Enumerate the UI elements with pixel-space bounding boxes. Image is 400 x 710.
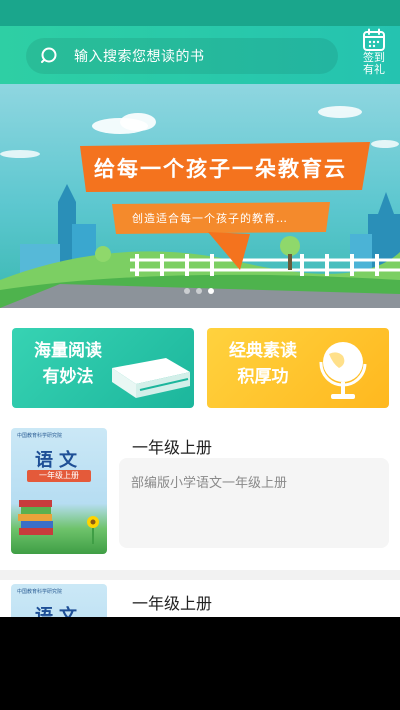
book-cover[interactable]: 中国教育科学研究院 语文 一年级上册 bbox=[11, 428, 107, 554]
cover-publisher: 中国教育科学研究院 bbox=[17, 433, 63, 439]
book-icon bbox=[112, 358, 190, 398]
page-dot[interactable] bbox=[196, 288, 202, 294]
promo-banner[interactable]: 给每一个孩子一朵教育云 创造适合每一个孩子的教育… bbox=[0, 84, 400, 308]
cover-grade: 一年级上册 bbox=[27, 470, 91, 482]
book-description: 部编版小学语文一年级上册 bbox=[119, 458, 389, 548]
feature-line: 积厚功 bbox=[237, 367, 289, 387]
book-title[interactable]: 一年级上册 bbox=[132, 434, 212, 458]
checkin-label-2: 有礼 bbox=[363, 63, 385, 76]
screen-bottom-area bbox=[0, 617, 400, 710]
feature-line: 有妙法 bbox=[42, 367, 94, 387]
header: 输入搜索您想读的书 签到 有礼 bbox=[0, 26, 400, 84]
feature-card-classics[interactable]: 经典素读 积厚功 bbox=[207, 328, 389, 408]
search-input[interactable]: 输入搜索您想读的书 bbox=[26, 38, 338, 74]
page-dot[interactable] bbox=[184, 288, 190, 294]
section-divider bbox=[0, 570, 400, 580]
globe-icon bbox=[319, 342, 367, 399]
search-placeholder: 输入搜索您想读的书 bbox=[74, 49, 205, 65]
feature-line: 海量阅读 bbox=[34, 341, 102, 361]
feature-card-reading[interactable]: 海量阅读 有妙法 bbox=[12, 328, 194, 408]
feature-text-reading: 海量阅读 有妙法 bbox=[24, 338, 112, 390]
checkin-button[interactable]: 签到 有礼 bbox=[354, 28, 394, 84]
search-icon bbox=[26, 38, 60, 74]
cover-subject: 语文 bbox=[35, 606, 83, 617]
app-screen: 输入搜索您想读的书 签到 有礼 给每一个孩子一朵教育云 创造适合每一个孩子的教育… bbox=[0, 0, 400, 617]
book-cover[interactable]: 中国教育科学研究院 语文 bbox=[11, 584, 107, 617]
book-title[interactable]: 一年级上册 bbox=[132, 590, 212, 614]
list-item[interactable]: 中国教育科学研究院 语文 一年级上册 一年级上册 部编版小学语文一年级上册 bbox=[0, 418, 400, 568]
banner-title: 给每一个孩子一朵教育云 bbox=[94, 157, 347, 181]
list-item[interactable]: 中国教育科学研究院 语文 一年级上册 bbox=[0, 580, 400, 617]
banner-pagination bbox=[184, 288, 214, 294]
banner-subtitle: 创造适合每一个孩子的教育… bbox=[132, 212, 288, 225]
calendar-icon bbox=[363, 28, 385, 51]
cover-subject: 语文 bbox=[35, 450, 83, 471]
feature-line: 经典素读 bbox=[229, 341, 297, 361]
book-stack-illustration bbox=[18, 500, 99, 544]
status-bar bbox=[0, 0, 400, 26]
banner-artwork bbox=[0, 106, 400, 308]
page-dot-active[interactable] bbox=[208, 288, 214, 294]
cover-publisher: 中国教育科学研究院 bbox=[17, 589, 63, 595]
feature-text-classics: 经典素读 积厚功 bbox=[219, 338, 307, 390]
